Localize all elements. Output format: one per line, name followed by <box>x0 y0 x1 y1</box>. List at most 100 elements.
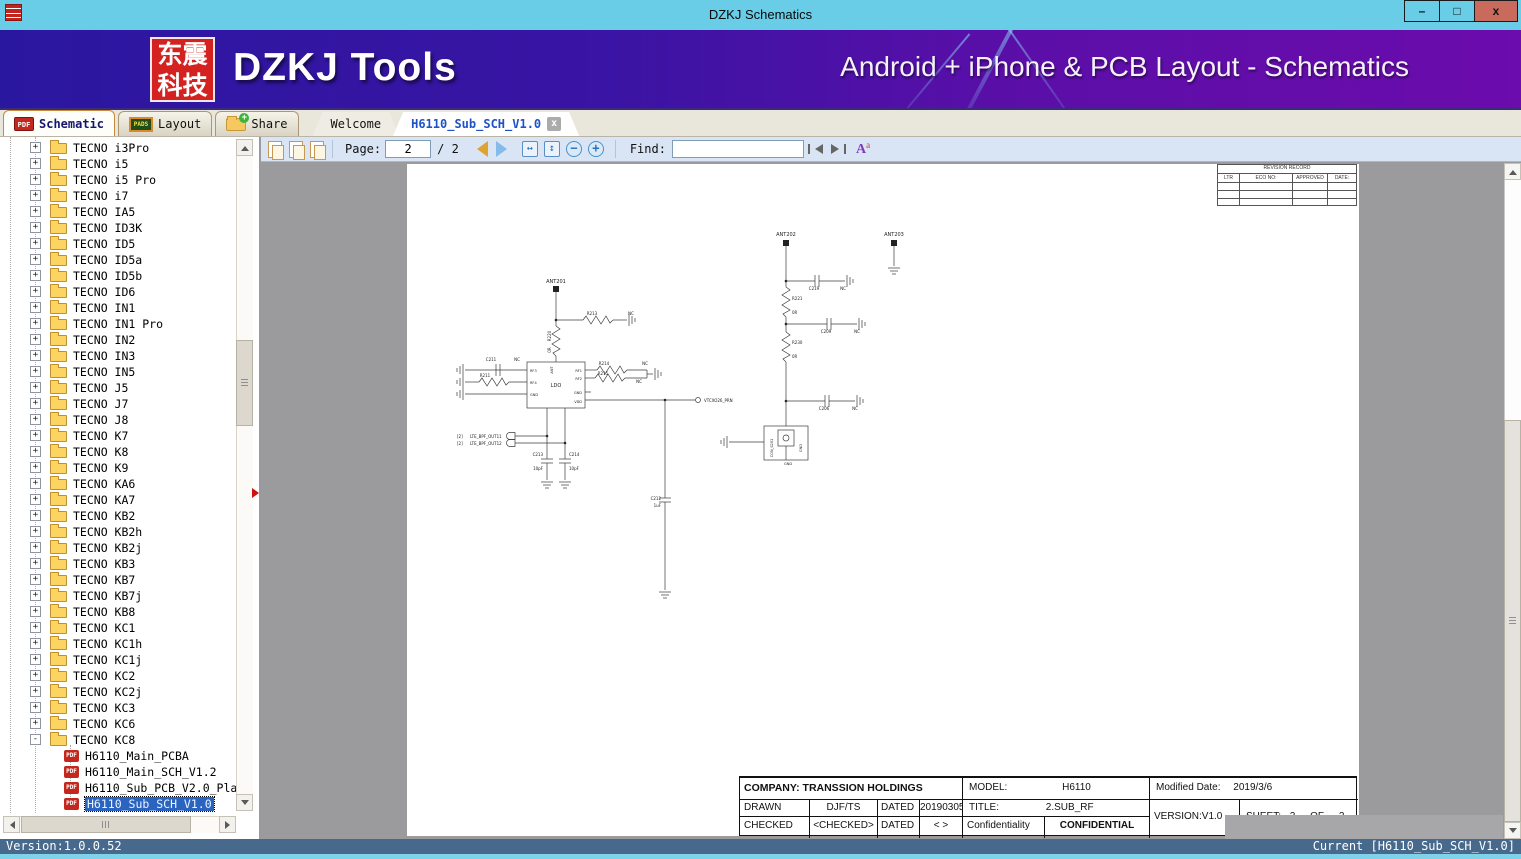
doc-scroll-up-button[interactable] <box>1504 163 1521 180</box>
tree-folder-item[interactable]: + TECNO J5 <box>0 380 236 396</box>
tree-folder-item[interactable]: + TECNO ID6 <box>0 284 236 300</box>
tree-folder-item[interactable]: + TECNO KC6 <box>0 716 236 732</box>
find-input[interactable] <box>671 140 804 158</box>
tree-folder-item[interactable]: + TECNO ID3K <box>0 220 236 236</box>
expand-toggle-icon[interactable]: + <box>30 622 41 633</box>
expand-toggle-icon[interactable]: + <box>30 430 41 441</box>
tree-folder-item[interactable]: + TECNO K8 <box>0 444 236 460</box>
find-previous-button[interactable] <box>807 144 823 154</box>
tree-folder-item[interactable]: + TECNO J7 <box>0 396 236 412</box>
expand-toggle-icon[interactable]: + <box>30 222 41 233</box>
tree-folder-item[interactable]: + TECNO KB2j <box>0 540 236 556</box>
tree-pdf-item[interactable]: PDF H6110_Main_SCH_V1.2 <box>0 764 236 780</box>
tree-folder-item[interactable]: + TECNO KB7j <box>0 588 236 604</box>
tree-folder-item[interactable]: + TECNO K9 <box>0 460 236 476</box>
splitter-collapse-icon[interactable] <box>252 488 259 498</box>
expand-toggle-icon[interactable]: + <box>30 334 41 345</box>
fit-width-button[interactable]: ↔ <box>521 141 538 157</box>
tree-folder-item[interactable]: + TECNO i5 Pro <box>0 172 236 188</box>
expand-toggle-icon[interactable]: + <box>30 478 41 489</box>
tree-folder-item[interactable]: + TECNO IN5 <box>0 364 236 380</box>
tree-h-scrollbar-thumb[interactable] <box>21 816 191 833</box>
tree-folder-item[interactable]: + TECNO IN3 <box>0 348 236 364</box>
tree-folder-item[interactable]: + TECNO KA6 <box>0 476 236 492</box>
expand-toggle-icon[interactable]: + <box>30 254 41 265</box>
tree-folder-item[interactable]: + TECNO IN1 <box>0 300 236 316</box>
expand-toggle-icon[interactable]: + <box>30 350 41 361</box>
expand-toggle-icon[interactable]: + <box>30 270 41 281</box>
expand-toggle-icon[interactable]: + <box>30 526 41 537</box>
tree-folder-item[interactable]: + TECNO i5 <box>0 156 236 172</box>
tree-folder-item[interactable]: + TECNO ID5 <box>0 236 236 252</box>
expand-toggle-icon[interactable]: + <box>30 718 41 729</box>
expand-toggle-icon[interactable]: + <box>30 542 41 553</box>
expand-toggle-icon[interactable]: + <box>30 574 41 585</box>
expand-toggle-icon[interactable]: + <box>30 702 41 713</box>
previous-page-button[interactable] <box>469 141 488 157</box>
tree-folder-item[interactable]: + TECNO KB3 <box>0 556 236 572</box>
expand-toggle-icon[interactable]: + <box>30 318 41 329</box>
expand-toggle-icon[interactable]: + <box>30 558 41 569</box>
tree-folder-item[interactable]: + TECNO KB2h <box>0 524 236 540</box>
zoom-in-button[interactable]: + <box>587 141 604 157</box>
expand-toggle-icon[interactable]: + <box>30 446 41 457</box>
expand-toggle-icon[interactable]: + <box>30 462 41 473</box>
match-case-button[interactable]: Aa <box>856 140 870 158</box>
zoom-out-button[interactable]: − <box>565 141 582 157</box>
expand-toggle-icon[interactable]: + <box>30 654 41 665</box>
expand-toggle-icon[interactable]: + <box>30 414 41 425</box>
doc-tab-current[interactable]: H6110_Sub_SCH_V1.0 x <box>393 112 579 136</box>
expand-toggle-icon[interactable]: + <box>30 606 41 617</box>
tree-folder-item[interactable]: + TECNO KC2j <box>0 684 236 700</box>
expand-toggle-icon[interactable]: - <box>30 734 41 745</box>
doc-scroll-down-button[interactable] <box>1504 822 1521 839</box>
tree-folder-item[interactable]: + TECNO i3Pro <box>0 140 236 156</box>
page-number-input[interactable] <box>385 140 432 158</box>
close-button[interactable]: x <box>1474 0 1518 22</box>
maximize-button[interactable]: □ <box>1439 0 1475 22</box>
tree-folder-item[interactable]: + TECNO KA7 <box>0 492 236 508</box>
tree-folder-item[interactable]: + TECNO ID5a <box>0 252 236 268</box>
expand-toggle-icon[interactable]: + <box>30 670 41 681</box>
tree-folder-item[interactable]: + TECNO IN2 <box>0 332 236 348</box>
expand-toggle-icon[interactable]: + <box>30 590 41 601</box>
expand-toggle-icon[interactable]: + <box>30 398 41 409</box>
tree-folder-item[interactable]: + TECNO K7 <box>0 428 236 444</box>
tab-share[interactable]: Share <box>215 111 299 136</box>
expand-toggle-icon[interactable]: + <box>30 302 41 313</box>
export-page-icon[interactable] <box>310 140 326 160</box>
tree-folder-item[interactable]: + TECNO KB8 <box>0 604 236 620</box>
find-next-button[interactable] <box>830 144 846 154</box>
expand-toggle-icon[interactable]: + <box>30 494 41 505</box>
tree-folder-item[interactable]: + TECNO i7 <box>0 188 236 204</box>
doc-tab-welcome[interactable]: Welcome <box>313 112 400 136</box>
tree-scroll-up-button[interactable] <box>236 139 253 156</box>
expand-toggle-icon[interactable]: + <box>30 190 41 201</box>
close-tab-icon[interactable]: x <box>547 117 561 131</box>
tree-folder-item[interactable]: + TECNO ID5b <box>0 268 236 284</box>
tree-folder-item[interactable]: + TECNO IA5 <box>0 204 236 220</box>
next-page-button[interactable] <box>495 141 515 157</box>
tree-folder-item[interactable]: + TECNO KC3 <box>0 700 236 716</box>
minimize-button[interactable]: – <box>1404 0 1440 22</box>
expand-toggle-icon[interactable]: + <box>30 238 41 249</box>
expand-toggle-icon[interactable]: + <box>30 510 41 521</box>
tree-folder-item[interactable]: + TECNO KB2 <box>0 508 236 524</box>
expand-toggle-icon[interactable]: + <box>30 174 41 185</box>
tree-folder-item[interactable]: + TECNO KC1 <box>0 620 236 636</box>
tree-folder-item[interactable]: + TECNO KC1j <box>0 652 236 668</box>
expand-toggle-icon[interactable]: + <box>30 286 41 297</box>
tree-folder-item[interactable]: + TECNO J8 <box>0 412 236 428</box>
expand-toggle-icon[interactable]: + <box>30 382 41 393</box>
tab-schematic[interactable]: PDF Schematic <box>3 110 116 136</box>
tree-folder-item[interactable]: + TECNO KB7 <box>0 572 236 588</box>
doc-scrollbar-thumb[interactable] <box>1504 420 1521 822</box>
tree-scroll-right-button[interactable] <box>219 816 236 833</box>
tree-pdf-item[interactable]: PDF H6110_Main_PCBA <box>0 748 236 764</box>
tree-scroll-left-button[interactable] <box>3 816 20 833</box>
expand-toggle-icon[interactable]: + <box>30 366 41 377</box>
tree-pdf-item[interactable]: PDF H6110_Sub_SCH_V1.0 <box>0 796 236 812</box>
tree-scrollbar-thumb[interactable] <box>236 340 253 426</box>
expand-toggle-icon[interactable]: + <box>30 142 41 153</box>
tree-folder-item[interactable]: - TECNO KC8 <box>0 732 236 748</box>
